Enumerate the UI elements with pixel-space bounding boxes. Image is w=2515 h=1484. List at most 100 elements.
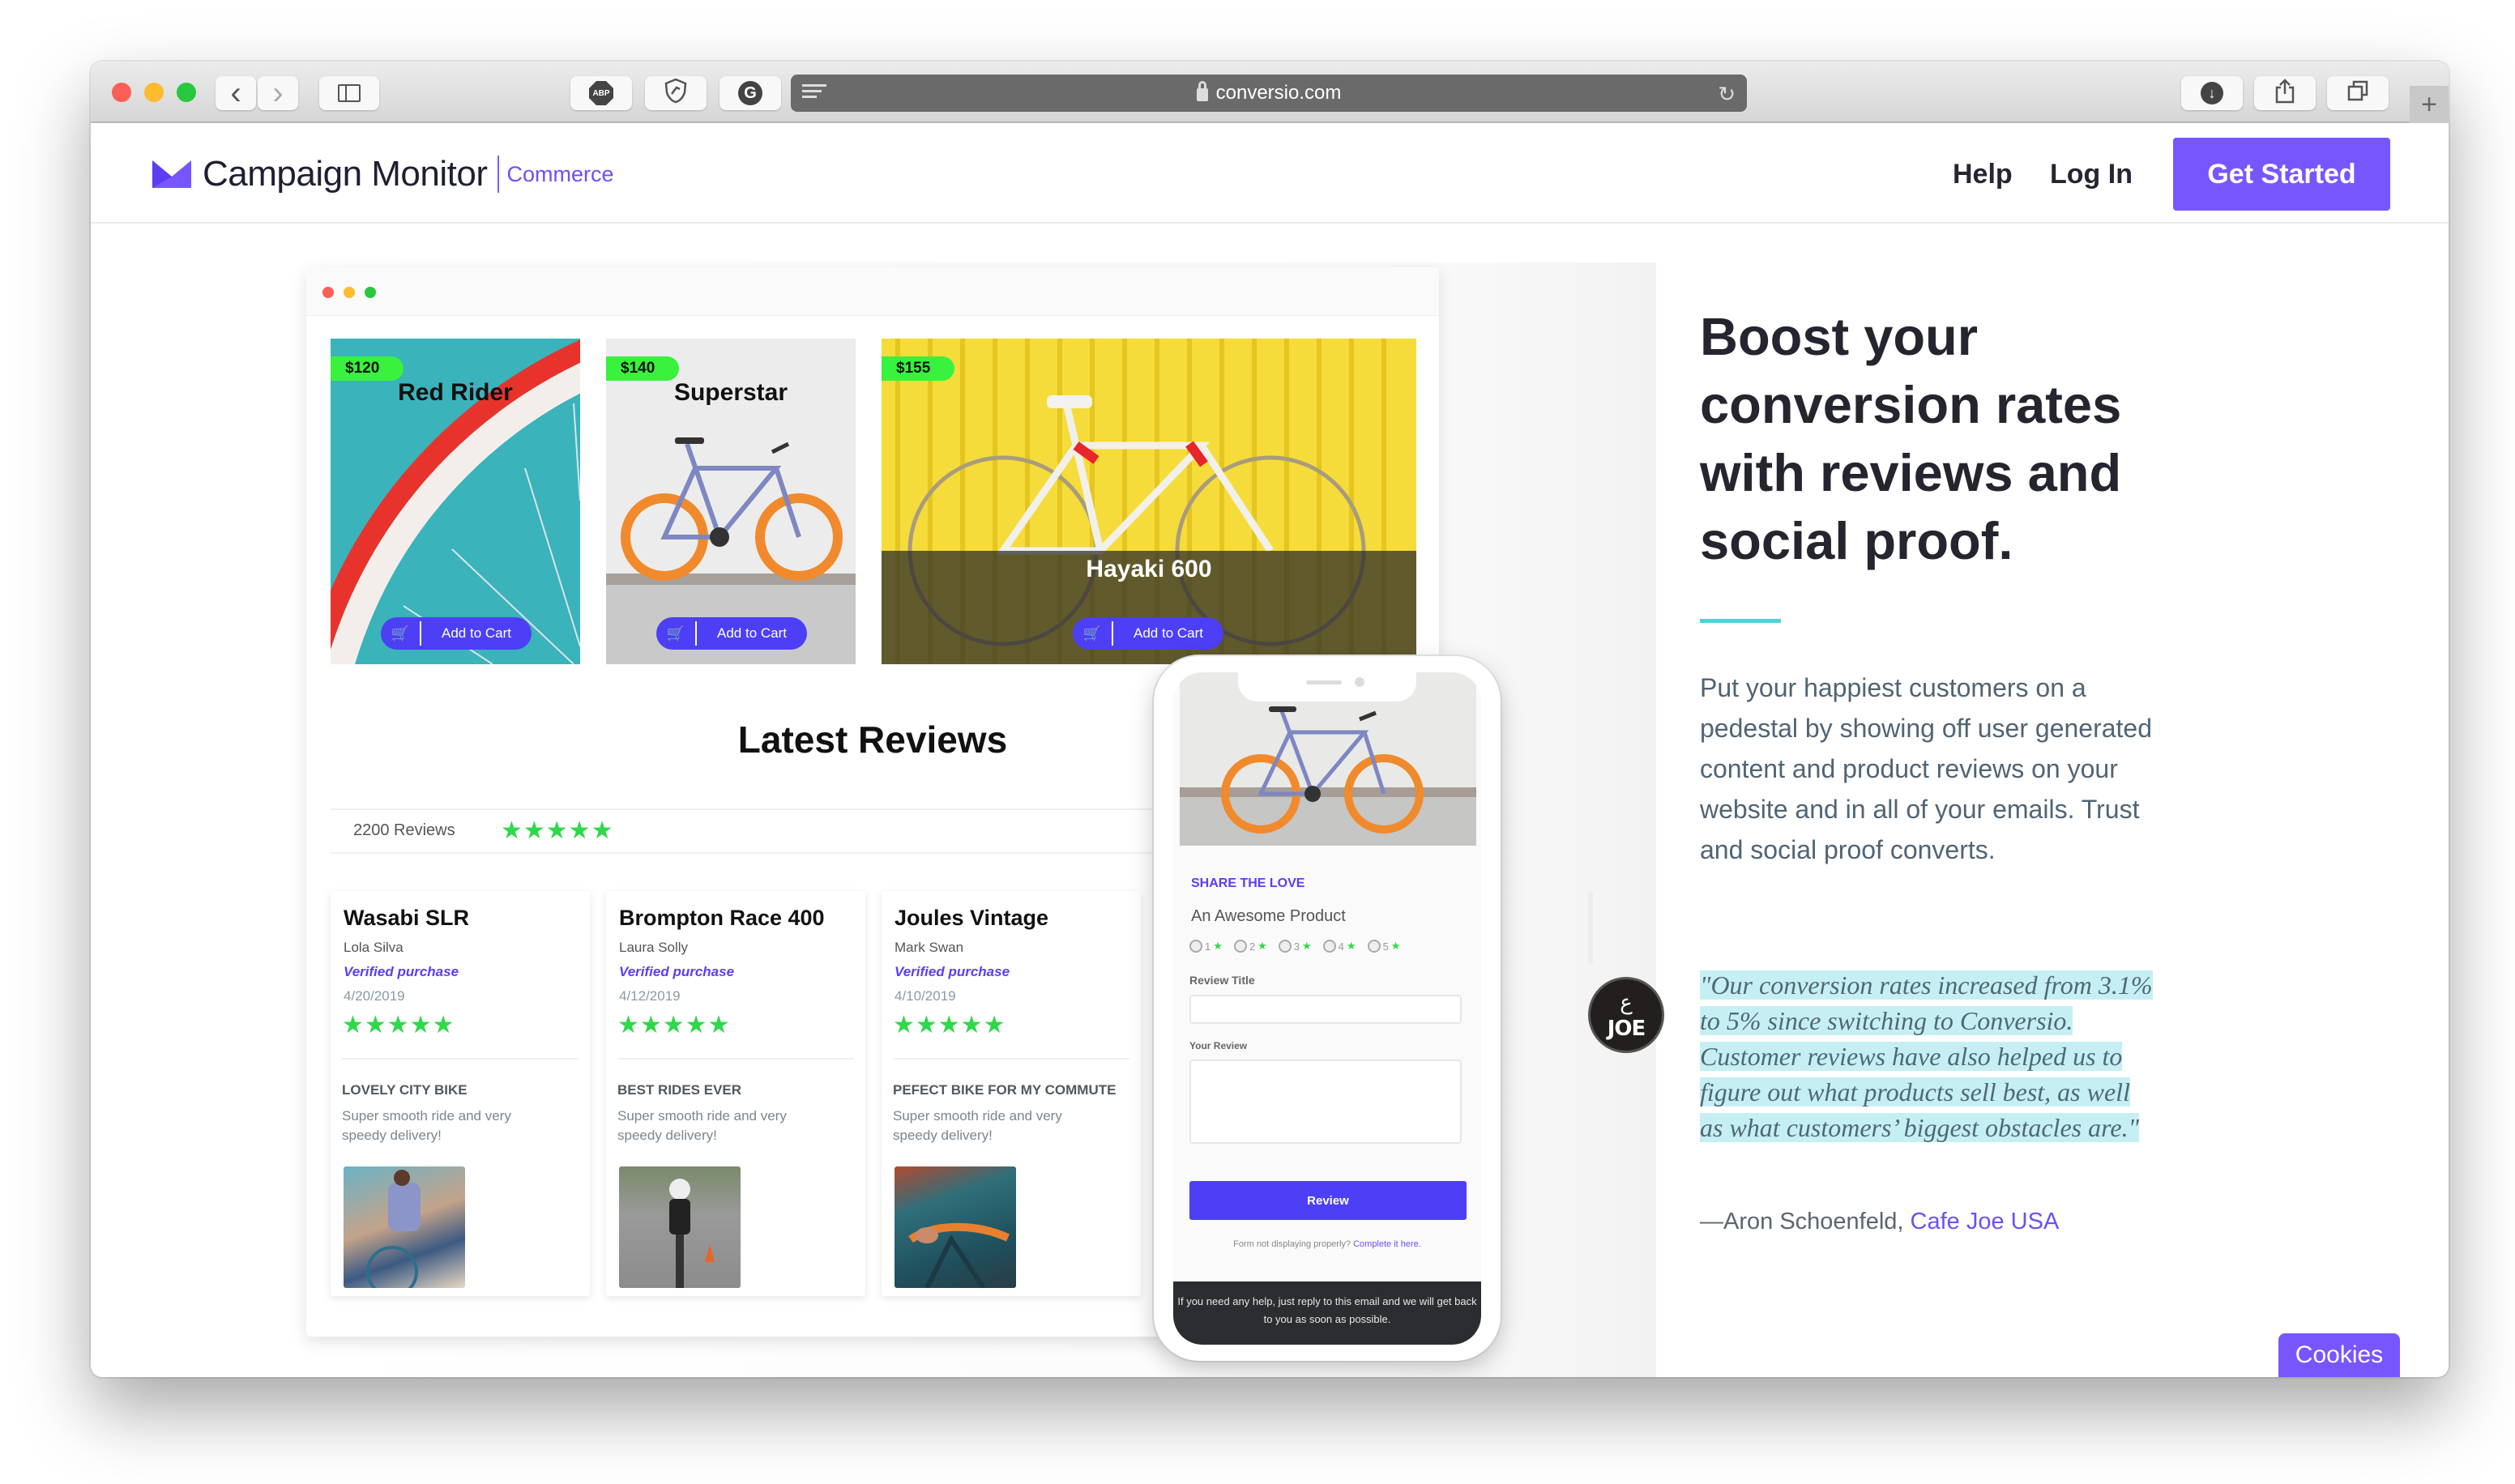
yellow-bike-image [882, 339, 1416, 664]
rating-radio-group: 1 ★ 2 ★ 3 ★ 4 ★ 5 ★ [1189, 940, 1400, 953]
product-name: Hayaki 600 [1086, 556, 1212, 582]
star-icon: ★ [1258, 940, 1267, 952]
review-photo[interactable] [895, 1166, 1016, 1288]
reload-icon[interactable]: ↻ [1718, 82, 1736, 107]
new-tab-button[interactable]: + [2410, 86, 2449, 123]
cart-icon: 🛒 [656, 621, 697, 646]
review-author: Lola Silva [344, 940, 404, 955]
review-title-input[interactable] [1189, 995, 1462, 1024]
forward-icon: › [272, 75, 284, 111]
rating-option-4[interactable]: 4 ★ [1322, 940, 1356, 953]
share-button[interactable] [2254, 76, 2316, 110]
testimonial-attribution: —Aron Schoenfeld, Cafe Joe USA [1700, 1209, 2059, 1235]
rating-option-5[interactable]: 5 ★ [1367, 940, 1401, 953]
review-photo[interactable] [344, 1166, 465, 1288]
add-to-cart-button[interactable]: 🛒 Add to Cart [656, 617, 807, 650]
mockup-yellow-dot [344, 287, 355, 298]
complete-it-here-link[interactable]: Complete it here. [1353, 1239, 1421, 1249]
new-tab-icon: + [2421, 89, 2437, 120]
review-headline: BEST RIDES EVER [617, 1082, 742, 1098]
review-card: Wasabi SLR Lola Silva Verified purchase … [331, 891, 590, 1296]
rating-option-1[interactable]: 1 ★ [1189, 940, 1223, 953]
review-divider [893, 1058, 1129, 1060]
add-to-cart-button[interactable]: 🛒 Add to Cart [1073, 617, 1223, 650]
logo-divider [497, 156, 499, 193]
shield-extension-button[interactable] [645, 76, 707, 110]
form-fallback-text: Form not displaying properly? Complete i… [1173, 1239, 1481, 1249]
price-badge: $140 [606, 356, 680, 381]
show-tabs-button[interactable] [2327, 76, 2389, 110]
brand-logo[interactable]: Campaign Monitor Commerce [152, 154, 614, 194]
address-bar[interactable]: conversio.com ↻ [791, 75, 1747, 112]
verified-badge: Verified purchase [344, 964, 459, 979]
star-icon: ★ [1346, 940, 1356, 952]
forward-button[interactable]: › [258, 76, 298, 110]
brand-sub-name: Commerce [506, 161, 614, 186]
verified-badge: Verified purchase [619, 964, 735, 979]
submit-review-button[interactable]: Review [1189, 1181, 1467, 1220]
testimonial-quote: "Our conversion rates increased from 3.1… [1700, 967, 2154, 1145]
back-icon: ‹ [230, 75, 241, 111]
accent-divider [1700, 619, 1781, 623]
review-author: Mark Swan [895, 940, 964, 955]
browser-toolbar: ‹ › ABP G conversio.com ↻ ↓ + [91, 62, 2449, 123]
review-divider [342, 1058, 579, 1060]
browser-window: ‹ › ABP G conversio.com ↻ ↓ + Campaign M… [91, 62, 2449, 1377]
share-icon [2274, 78, 2295, 109]
review-stars: ★★★★★ [342, 1012, 455, 1038]
get-started-button[interactable]: Get Started [2173, 138, 2390, 211]
url-text: conversio.com [1215, 82, 1342, 104]
phone-screen: SHARE THE LOVE An Awesome Product 1 ★ 2 ★ … [1173, 672, 1481, 1345]
review-headline: LOVELY CITY BIKE [342, 1082, 468, 1098]
verified-badge: Verified purchase [895, 964, 1010, 979]
sidebar-toggle-button[interactable] [319, 76, 379, 110]
brand-name: Campaign Monitor [203, 154, 488, 194]
product-tile[interactable]: $155 Hayaki 600 🛒 Add to Cart [882, 339, 1416, 664]
price-badge: $120 [331, 356, 404, 381]
desktop-background: ‹ › ABP G conversio.com ↻ ↓ + Campaign M… [0, 0, 2515, 1484]
rating-option-3[interactable]: 3 ★ [1278, 940, 1312, 953]
product-name: Red Rider [398, 379, 513, 406]
close-window-button[interactable] [112, 83, 131, 102]
cafe-joe-logo: ﻉ JOE [1588, 977, 1664, 1053]
your-review-label: Your Review [1189, 1040, 1248, 1051]
price-badge: $155 [882, 356, 955, 381]
product-tile[interactable]: $140 Superstar 🛒 Add to Cart [606, 339, 856, 664]
reviews-summary-bar: 2200 Reviews ★★★★★ [331, 808, 1173, 854]
phone-email-footer: If you need any help, just reply to this… [1173, 1281, 1481, 1345]
rating-option-2[interactable]: 2 ★ [1233, 940, 1267, 953]
back-button[interactable]: ‹ [216, 76, 256, 110]
adblock-plus-button[interactable]: ABP [570, 76, 632, 110]
review-headline: PEFECT BIKE FOR MY COMMUTE [893, 1082, 1117, 1098]
star-icon: ★ [1390, 940, 1401, 952]
nav-help-link[interactable]: Help [1953, 159, 2013, 190]
share-the-love-label: SHARE THE LOVE [1191, 876, 1305, 890]
testimonial-author: —Aron Schoenfeld, [1700, 1209, 1911, 1235]
adblock-plus-icon: ABP [589, 81, 613, 105]
hero-headline: Boost your conversion rates with reviews… [1700, 307, 2122, 570]
cookies-button[interactable]: Cookies [2278, 1333, 2400, 1377]
reviews-count[interactable]: 2200 Reviews [353, 821, 455, 840]
your-review-textarea[interactable] [1189, 1060, 1462, 1144]
star-icon: ★ [1213, 940, 1223, 952]
shield-extension-icon [664, 78, 688, 109]
grammarly-button[interactable]: G [719, 76, 781, 110]
reader-icon[interactable] [802, 84, 826, 102]
nav-login-link[interactable]: Log In [2050, 159, 2133, 190]
review-card: Brompton Race 400 Laura Solly Verified p… [606, 891, 865, 1296]
sidebar-icon [338, 84, 361, 102]
add-to-cart-label: Add to Cart [1134, 625, 1203, 641]
zoom-window-button[interactable] [177, 83, 196, 102]
cafe-joe-text: JOE [1607, 1017, 1646, 1041]
lock-icon [1196, 81, 1208, 101]
review-body: Super smooth ride and very speedy delive… [893, 1108, 1062, 1143]
cafe-joe-link[interactable]: Cafe Joe USA [1911, 1209, 2060, 1235]
review-photo[interactable] [619, 1166, 741, 1288]
review-date: 4/10/2019 [895, 988, 956, 1004]
add-to-cart-button[interactable]: 🛒 Add to Cart [381, 617, 532, 650]
overall-rating-stars: ★★★★★ [501, 817, 614, 844]
phone-product-name: An Awesome Product [1191, 907, 1346, 925]
downloads-button[interactable]: ↓ [2181, 76, 2243, 110]
product-tile[interactable]: $120 Red Rider 🛒 Add to Cart [331, 339, 580, 664]
minimize-window-button[interactable] [144, 83, 164, 102]
